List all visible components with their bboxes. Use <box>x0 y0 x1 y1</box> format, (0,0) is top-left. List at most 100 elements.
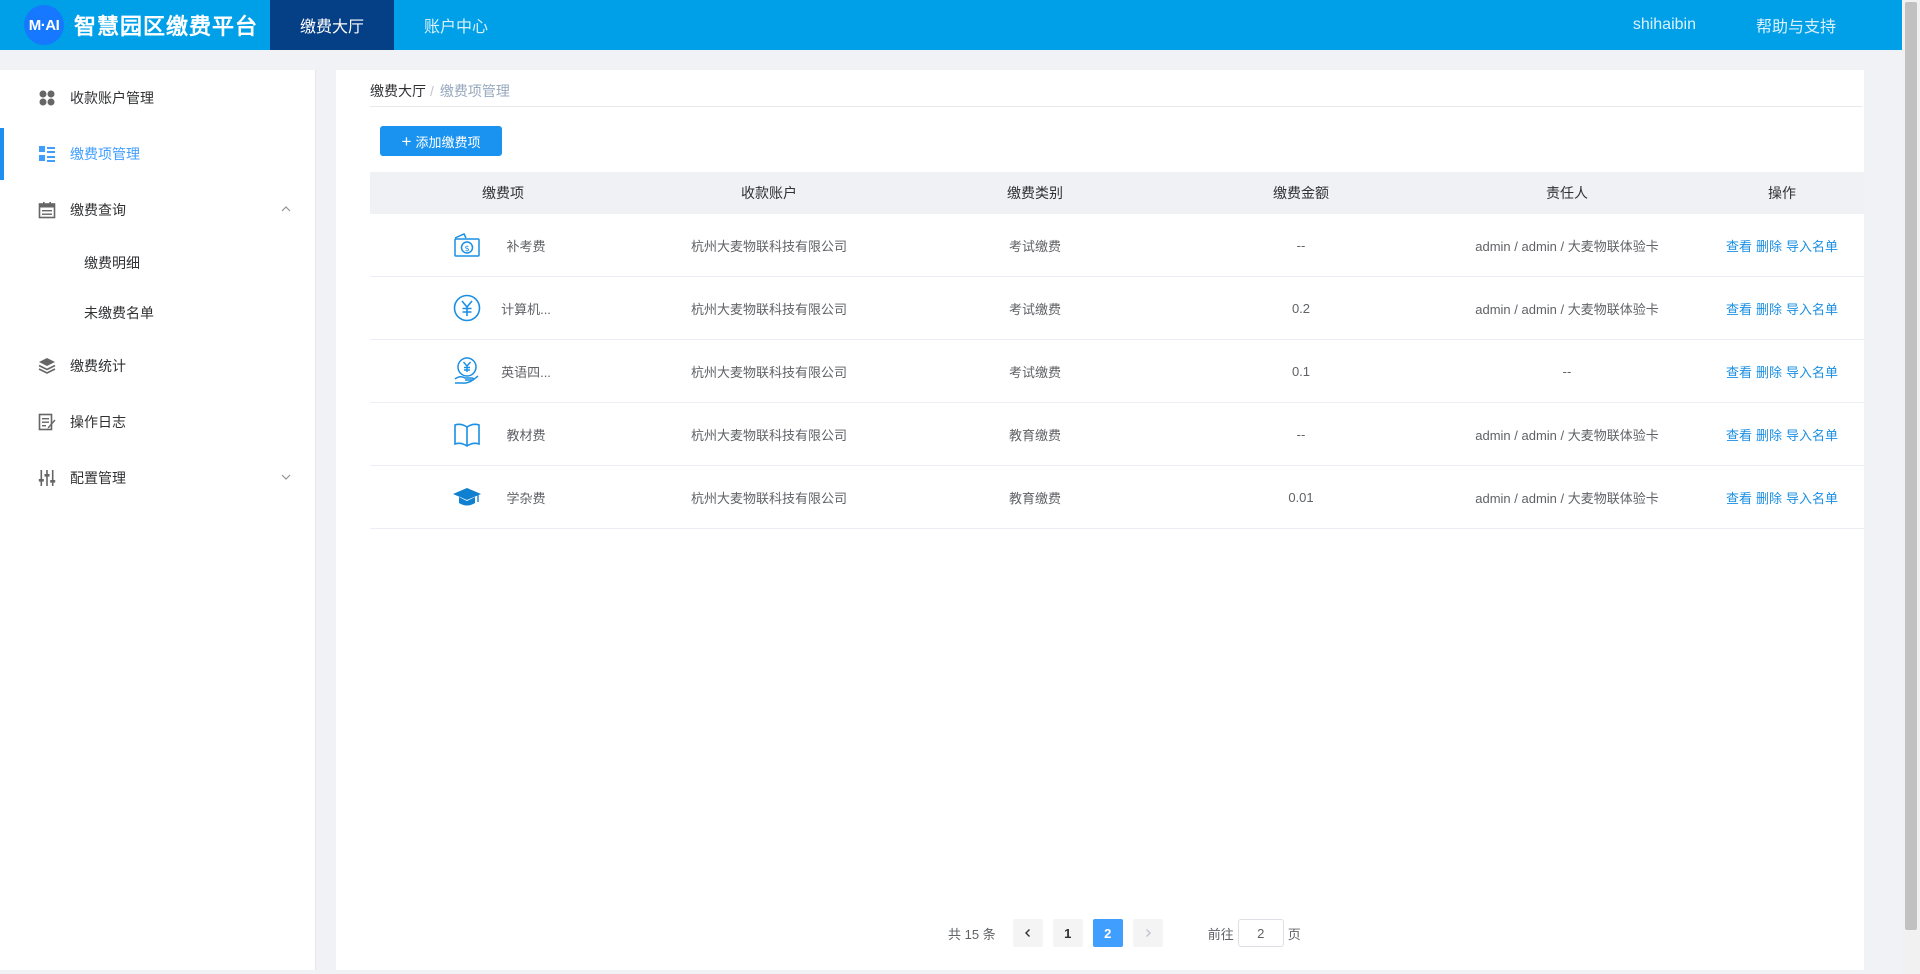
table-row: 计算机... 杭州大麦物联科技有限公司 考试缴费 0.2 admin / adm… <box>370 277 1864 340</box>
sidebar-item-label: 操作日志 <box>70 414 126 430</box>
owner-cell: admin / admin / 大麦物联体验卡 <box>1475 490 1659 506</box>
column-header-item: 缴费项 <box>482 185 524 201</box>
table-row: 教材费 杭州大麦物联科技有限公司 教育缴费 -- admin / admin /… <box>370 403 1864 466</box>
sidebar-item-payment-query[interactable]: 缴费查询 <box>0 182 315 238</box>
column-header-account: 收款账户 <box>741 185 797 201</box>
account-cell: 杭州大麦物联科技有限公司 <box>690 490 847 506</box>
owner-cell: -- <box>1562 363 1572 379</box>
actions-cell: 查看 删除 导入名单 <box>1700 466 1864 528</box>
svg-text:$: $ <box>464 244 469 253</box>
column-header-amount: 缴费金额 <box>1273 185 1329 201</box>
sidebar-item-receiving-accounts[interactable]: 收款账户管理 <box>0 70 315 126</box>
column-header-owner: 责任人 <box>1546 185 1588 201</box>
list-icon <box>38 145 56 163</box>
chevron-right-icon <box>1145 929 1151 937</box>
amount-cell: 0.01 <box>1288 489 1314 505</box>
chevron-up-icon <box>281 206 291 212</box>
view-link[interactable]: 查看 <box>1726 299 1752 318</box>
actions-cell: 查看 删除 导入名单 <box>1700 214 1864 276</box>
category-cell: 考试缴费 <box>1008 238 1061 254</box>
item-cell: 英语四... <box>370 340 636 402</box>
account-cell: 杭州大麦物联科技有限公司 <box>690 364 847 380</box>
camera-money-icon: $ <box>450 228 484 262</box>
help-link[interactable]: 帮助与支持 <box>1756 13 1836 37</box>
main-content: 缴费大厅 / 缴费项管理 + 添加缴费项 缴费项 收款账户 缴费类别 缴费金额 责任… <box>336 70 1864 970</box>
tab-account-center[interactable]: 账户中心 <box>394 0 518 50</box>
logo: M·AI <box>24 5 64 45</box>
account-cell: 杭州大麦物联科技有限公司 <box>690 238 847 254</box>
delete-link[interactable]: 删除 <box>1756 488 1782 507</box>
sidebar-item-label: 缴费查询 <box>70 202 126 218</box>
amount-cell: 0.2 <box>1291 300 1311 316</box>
next-page-button[interactable] <box>1132 919 1163 947</box>
add-button-label: 添加缴费项 <box>415 134 481 150</box>
goto-prefix: 前往 <box>1207 926 1234 942</box>
sidebar: 收款账户管理 缴费项管理 缴费查询 缴费明细 未缴费名单 缴费统计 操作日志 配… <box>0 70 316 970</box>
item-name: 英语四... <box>501 364 551 380</box>
page-scrollbar[interactable] <box>1902 0 1920 974</box>
header-right: shihaibin 帮助与支持 <box>1633 0 1902 50</box>
delete-link[interactable]: 删除 <box>1756 362 1782 381</box>
table-header: 缴费项 收款账户 缴费类别 缴费金额 责任人 操作 <box>370 172 1864 214</box>
view-link[interactable]: 查看 <box>1726 362 1752 381</box>
item-cell: 教材费 <box>370 403 636 465</box>
payment-items-table: 缴费项 收款账户 缴费类别 缴费金额 责任人 操作 $ 补考费 杭州大麦物联科技… <box>370 172 1864 529</box>
sidebar-item-payment-items[interactable]: 缴费项管理 <box>0 126 315 182</box>
breadcrumb-current: 缴费项管理 <box>439 83 510 99</box>
graduation-cap-icon <box>450 480 484 514</box>
pagination-total: 共 15 条 <box>948 926 996 942</box>
delete-link[interactable]: 删除 <box>1756 236 1782 255</box>
view-link[interactable]: 查看 <box>1726 488 1752 507</box>
item-cell: $ 补考费 <box>370 214 636 276</box>
view-link[interactable]: 查看 <box>1726 425 1752 444</box>
app-title: 智慧园区缴费平台 <box>74 14 259 39</box>
sidebar-item-label: 配置管理 <box>70 470 126 486</box>
user-name[interactable]: shihaibin <box>1633 16 1696 34</box>
top-header: M·AI 智慧园区缴费平台 缴费大厅 账户中心 shihaibin 帮助与支持 <box>0 0 1902 50</box>
page-button-2[interactable]: 2 <box>1092 919 1123 947</box>
sidebar-item-config-management[interactable]: 配置管理 <box>0 450 315 506</box>
tab-payment-hall[interactable]: 缴费大厅 <box>270 0 394 50</box>
item-name: 补考费 <box>506 238 546 254</box>
goto-suffix: 页 <box>1287 926 1301 942</box>
sliders-icon <box>38 469 56 487</box>
brand[interactable]: M·AI 智慧园区缴费平台 <box>0 0 270 50</box>
grid-dots-icon <box>38 89 56 107</box>
table-row: $ 补考费 杭州大麦物联科技有限公司 考试缴费 -- admin / admin… <box>370 214 1864 277</box>
page-button-1[interactable]: 1 <box>1052 919 1083 947</box>
import-list-link[interactable]: 导入名单 <box>1786 299 1838 318</box>
item-cell: 计算机... <box>370 277 636 339</box>
sidebar-item-payment-statistics[interactable]: 缴费统计 <box>0 338 315 394</box>
account-cell: 杭州大麦物联科技有限公司 <box>690 301 847 317</box>
delete-link[interactable]: 删除 <box>1756 425 1782 444</box>
book-icon <box>450 417 484 451</box>
amount-cell: -- <box>1296 426 1306 442</box>
account-cell: 杭州大麦物联科技有限公司 <box>690 427 847 443</box>
sidebar-item-operation-log[interactable]: 操作日志 <box>0 394 315 450</box>
table-row: 英语四... 杭州大麦物联科技有限公司 考试缴费 0.1 -- 查看 删除 导入名单 <box>370 340 1864 403</box>
import-list-link[interactable]: 导入名单 <box>1786 362 1838 381</box>
delete-link[interactable]: 删除 <box>1756 299 1782 318</box>
actions-cell: 查看 删除 导入名单 <box>1700 340 1864 402</box>
pagination: 共 15 条 1 2 前往 页 <box>948 919 1301 947</box>
sidebar-item-label: 缴费项管理 <box>70 146 140 162</box>
item-name: 计算机... <box>501 301 551 317</box>
goto-page-input[interactable] <box>1237 919 1284 947</box>
item-name: 学杂费 <box>506 490 546 506</box>
chevron-down-icon <box>281 474 291 480</box>
prev-page-button[interactable] <box>1012 919 1043 947</box>
import-list-link[interactable]: 导入名单 <box>1786 425 1838 444</box>
plus-icon: + <box>401 131 412 151</box>
breadcrumb-root[interactable]: 缴费大厅 <box>370 83 426 99</box>
scrollbar-thumb[interactable] <box>1905 2 1917 930</box>
column-header-category: 缴费类别 <box>1007 185 1063 201</box>
import-list-link[interactable]: 导入名单 <box>1786 236 1838 255</box>
view-link[interactable]: 查看 <box>1726 236 1752 255</box>
layers-icon <box>38 357 56 375</box>
sidebar-item-label: 收款账户管理 <box>70 90 154 106</box>
add-payment-item-button[interactable]: + 添加缴费项 <box>380 126 502 156</box>
breadcrumb: 缴费大厅 / 缴费项管理 <box>370 81 1862 107</box>
import-list-link[interactable]: 导入名单 <box>1786 488 1838 507</box>
sidebar-subitem-unpaid-list[interactable]: 未缴费名单 <box>0 288 315 338</box>
sidebar-subitem-payment-details[interactable]: 缴费明细 <box>0 238 315 288</box>
